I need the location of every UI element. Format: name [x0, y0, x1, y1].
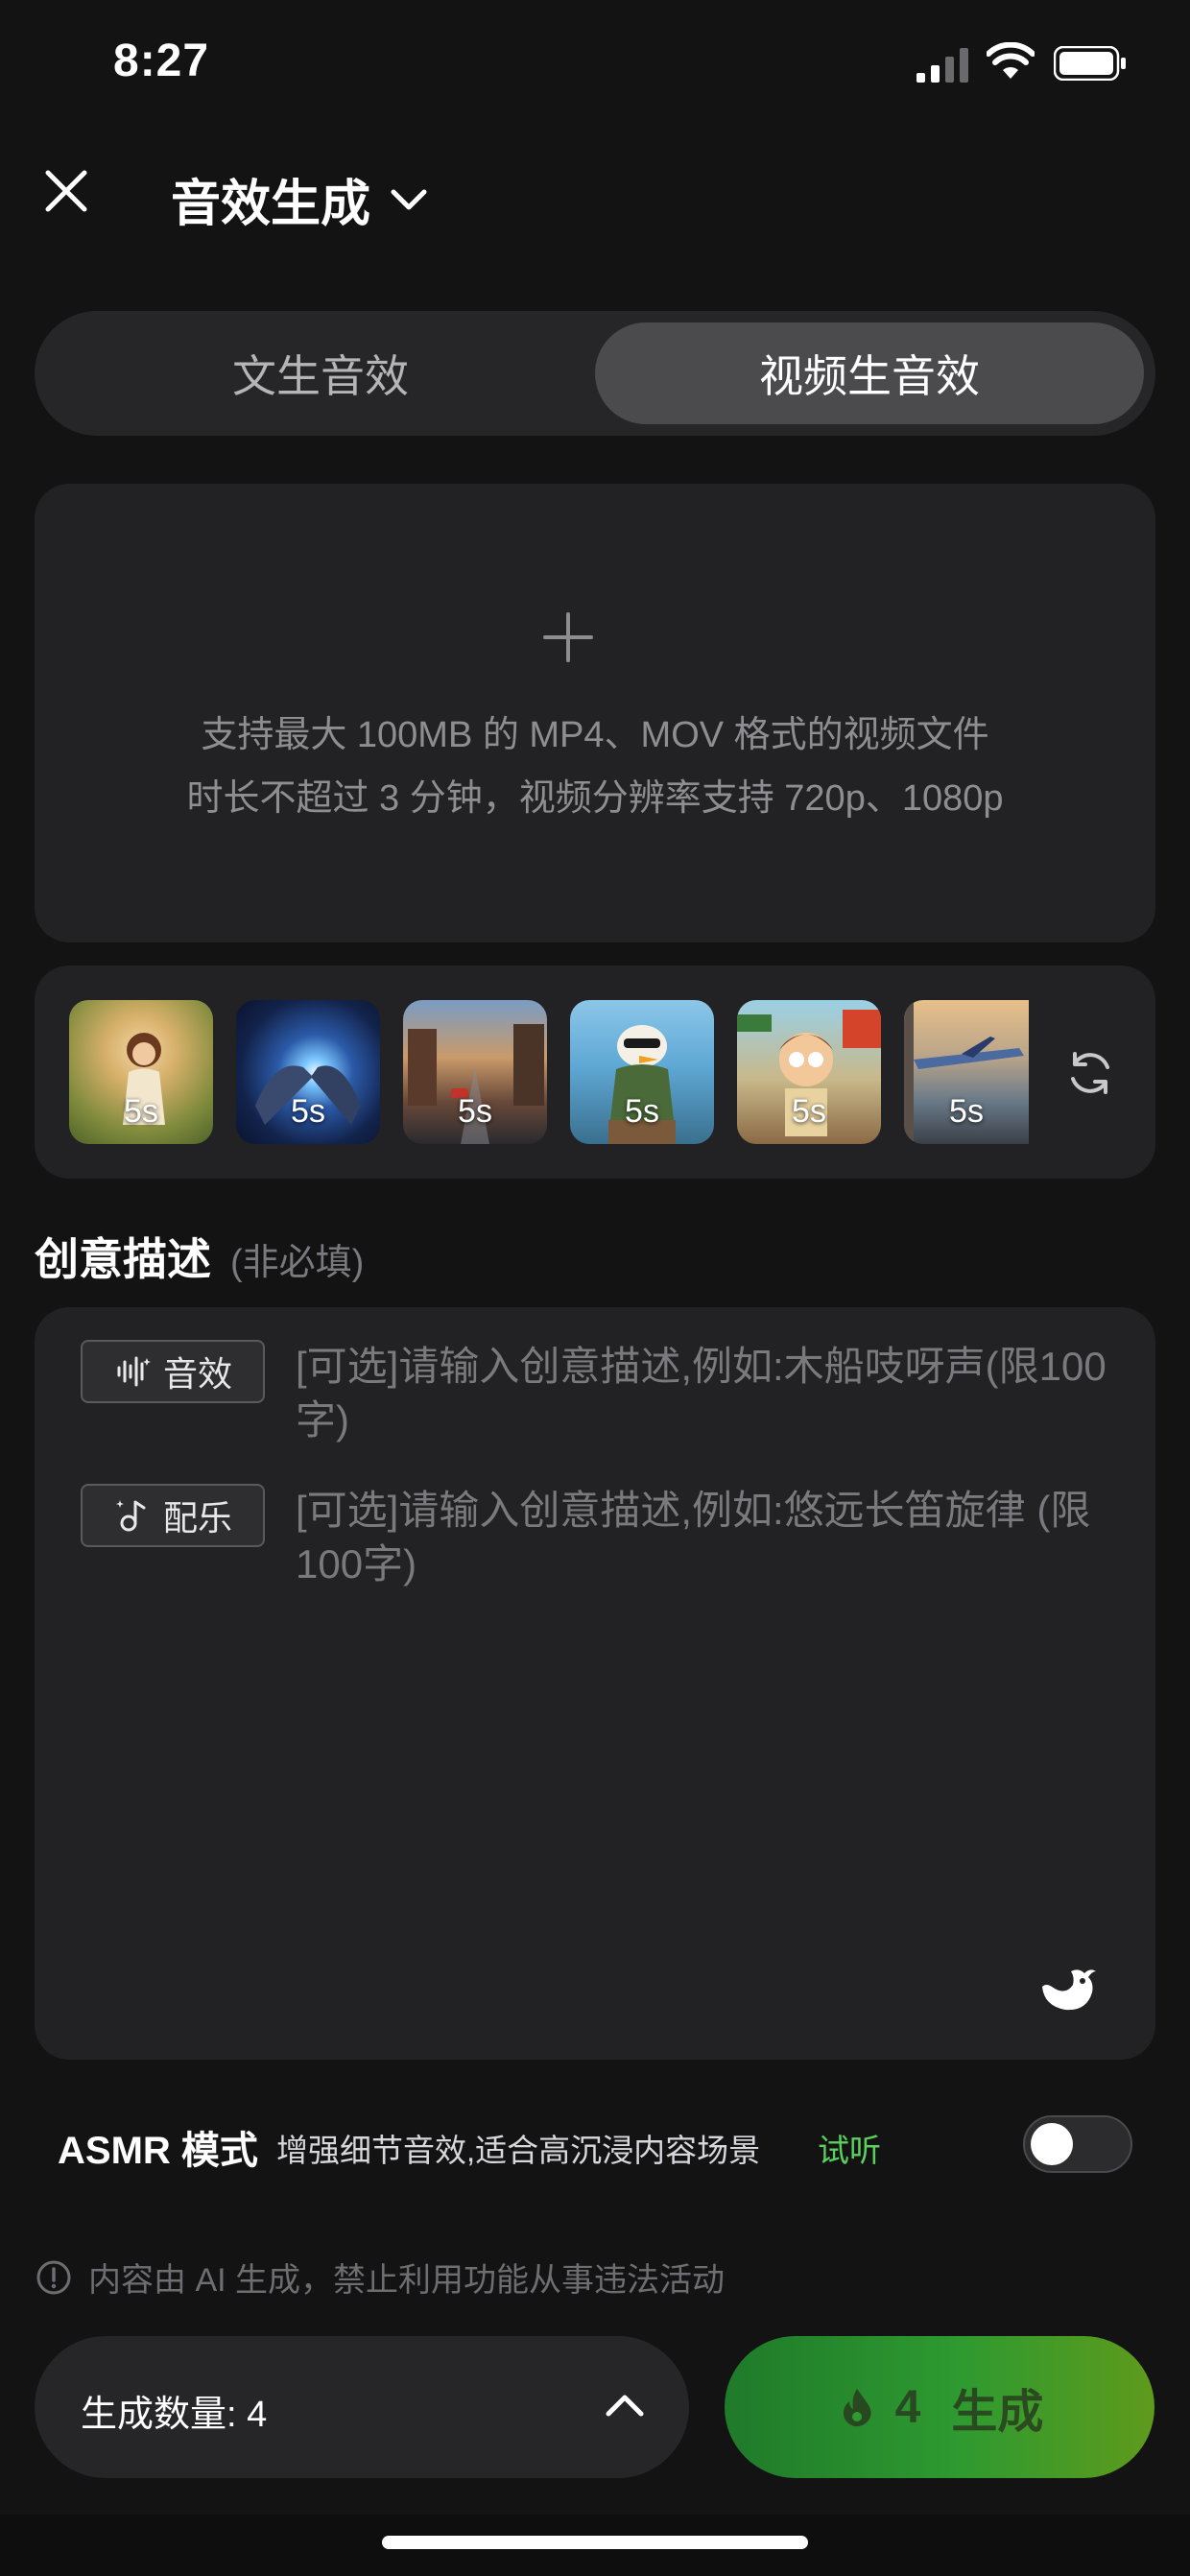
- asmr-preview-link[interactable]: 试听: [818, 2125, 881, 2171]
- title-dropdown[interactable]: 音效生成: [171, 163, 430, 235]
- mode-switch: 文生音效 视频生音效: [35, 311, 1155, 436]
- signal-icon: [916, 48, 968, 83]
- status-bar: 8:27: [0, 0, 1190, 125]
- quantity-label: 生成数量: 4: [81, 2395, 268, 2435]
- sample-duration: 5s: [291, 1093, 325, 1130]
- tab-video-to-sfx[interactable]: 视频生音效: [595, 322, 1144, 424]
- plus-icon: [543, 612, 593, 662]
- upload-hint-duration: 时长不超过 3 分钟，视频分辨率支持 720p、1080p: [186, 778, 1004, 819]
- status-time: 8:27: [113, 36, 210, 86]
- asmr-mode-title: ASMR 模式: [58, 2130, 258, 2172]
- whale-icon[interactable]: [1036, 1958, 1100, 2021]
- generate-button[interactable]: 4 生成: [725, 2336, 1154, 2478]
- sound-wave-icon: [117, 1356, 151, 1387]
- ai-notice-text: 内容由 AI 生成，禁止利用功能从事违法活动: [88, 2262, 726, 2299]
- sample-duration: 5s: [792, 1093, 826, 1130]
- sample-video-thumbnail[interactable]: 5s: [737, 1000, 881, 1144]
- battery-icon: [1054, 46, 1126, 81]
- tab-text-to-sfx[interactable]: 文生音效: [46, 322, 595, 424]
- sample-duration: 5s: [625, 1093, 659, 1130]
- top-nav: 音效生成: [0, 144, 1190, 240]
- quantity-selector[interactable]: 生成数量: 4: [35, 2336, 689, 2478]
- sample-video-thumbnail[interactable]: 5s: [236, 1000, 380, 1144]
- sample-video-thumbnail[interactable]: 5s: [570, 1000, 714, 1144]
- toggle-knob: [1031, 2123, 1073, 2165]
- refresh-icon[interactable]: [1063, 1046, 1117, 1100]
- info-icon: [36, 2260, 71, 2294]
- sfx-description-input[interactable]: [可选]请输入创意描述,例如:木船吱呀声(限100字): [296, 1340, 1121, 1447]
- generate-cost: 4: [894, 2381, 921, 2433]
- sample-video-thumbnail[interactable]: 5s: [904, 1000, 1029, 1144]
- sample-video-thumbnail[interactable]: 5s: [69, 1000, 213, 1144]
- chevron-down-icon: [391, 189, 427, 209]
- description-title: 创意描述: [35, 1234, 211, 1284]
- sample-duration: 5s: [458, 1093, 492, 1130]
- wifi-icon: [987, 42, 1035, 79]
- sample-video-thumbnail[interactable]: 5s: [403, 1000, 547, 1144]
- asmr-toggle[interactable]: [1023, 2115, 1132, 2173]
- music-chip[interactable]: 配乐: [81, 1484, 265, 1547]
- generate-label: 生成: [951, 2387, 1044, 2438]
- description-optional-hint: (非必填): [230, 1243, 365, 1283]
- chevron-up-icon: [606, 2395, 644, 2417]
- ai-notice: 内容由 AI 生成，禁止利用功能从事违法活动: [35, 2254, 725, 2301]
- page-title: 音效生成: [171, 177, 371, 232]
- close-button[interactable]: [35, 159, 98, 223]
- close-icon: [45, 170, 87, 212]
- music-chip-label: 配乐: [162, 1498, 232, 1538]
- asmr-mode-description: 增强细节音效,适合高沉浸内容场景: [276, 2133, 761, 2168]
- music-note-icon: [115, 1500, 146, 1532]
- home-indicator: [382, 2536, 808, 2549]
- upload-hint-format: 支持最大 100MB 的 MP4、MOV 格式的视频文件: [201, 715, 989, 755]
- flame-icon: [843, 2389, 871, 2427]
- sample-duration: 5s: [124, 1093, 158, 1130]
- sfx-chip-label: 音效: [162, 1354, 232, 1394]
- music-description-input[interactable]: [可选]请输入创意描述,例如:悠远长笛旋律 (限100字): [296, 1484, 1121, 1591]
- sample-duration: 5s: [949, 1093, 984, 1130]
- sfx-chip[interactable]: 音效: [81, 1340, 265, 1403]
